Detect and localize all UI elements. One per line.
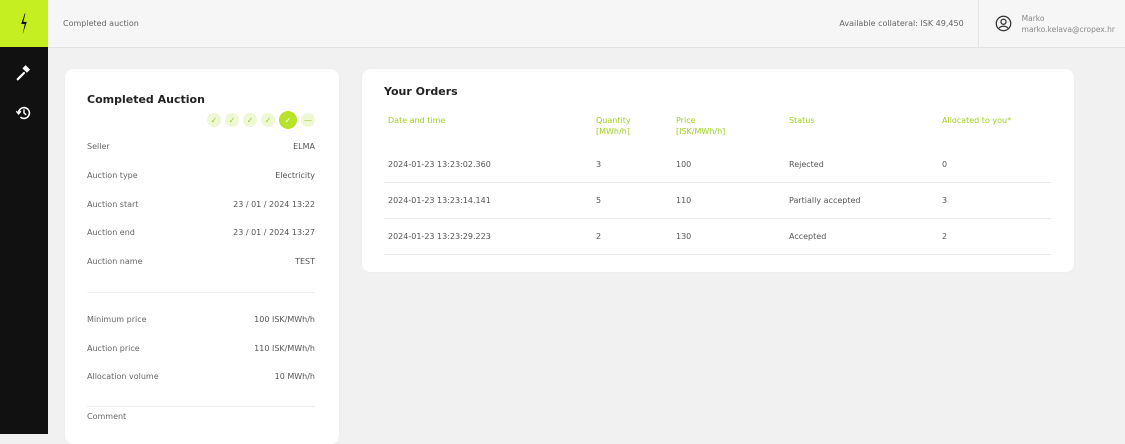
auction-name-label: Auction name <box>87 256 143 266</box>
order-price: 130 <box>672 218 785 255</box>
minimum-price-label: Minimum price <box>87 314 147 324</box>
order-date: 2024-01-23 13:23:14.141 <box>384 182 592 219</box>
order-status: Rejected <box>785 147 938 183</box>
logo[interactable] <box>0 0 48 47</box>
auction-price-value: 110 ISK/MWh/h <box>254 343 315 353</box>
table-row: 2024-01-23 13:23:29.223 2 130 Accepted 2 <box>384 218 1051 255</box>
order-date: 2024-01-23 13:23:02.360 <box>384 147 592 183</box>
breadcrumb: Completed auction <box>63 19 139 28</box>
step-current-icon: ✓ <box>279 111 297 129</box>
seller-value: ELMA <box>293 141 315 151</box>
step-pending-icon: — <box>301 113 315 127</box>
step-done-icon: ✓ <box>261 113 275 127</box>
table-row: 2024-01-23 13:23:02.360 3 100 Rejected 0 <box>384 147 1051 183</box>
order-status: Partially accepted <box>785 182 938 219</box>
auction-type-row: Auction type Electricity <box>87 168 315 182</box>
orders-table: Date and time Quantity [MWh/h] Price [ISK/… <box>384 115 1051 255</box>
auction-type-value: Electricity <box>275 170 315 180</box>
step-done-icon: ✓ <box>225 113 239 127</box>
orders-card: Your Orders Date and time Quantity [MWh/h… <box>362 69 1074 272</box>
order-status: Accepted <box>785 218 938 255</box>
auction-price-row: Auction price 110 ISK/MWh/h <box>87 341 315 355</box>
sidebar <box>0 0 48 434</box>
auction-type-label: Auction type <box>87 170 138 180</box>
history-icon <box>15 106 31 120</box>
auction-name-row: Auction name TEST <box>87 254 315 268</box>
auction-end-value: 23 / 01 / 2024 13:27 <box>233 227 315 237</box>
allocation-volume-value: 10 MWh/h <box>274 371 315 381</box>
auction-start-row: Auction start 23 / 01 / 2024 13:22 <box>87 197 315 211</box>
allocation-volume-row: Allocation volume 10 MWh/h <box>87 369 315 383</box>
sidebar-item-history[interactable] <box>0 93 48 133</box>
minimum-price-row: Minimum price 100 ISK/MWh/h <box>87 312 315 326</box>
auction-name-value: TEST <box>295 256 315 266</box>
table-row: 2024-01-23 13:23:14.141 5 110 Partially … <box>384 182 1051 219</box>
sidebar-item-auctions[interactable] <box>0 53 48 93</box>
order-quantity: 3 <box>592 147 672 183</box>
section-divider <box>87 406 315 407</box>
column-header-allocated[interactable]: Allocated to you* <box>938 115 1051 147</box>
order-price: 100 <box>672 147 785 183</box>
header: Completed auction Available collateral: … <box>48 0 1125 48</box>
auction-price-label: Auction price <box>87 343 140 353</box>
auction-end-label: Auction end <box>87 227 135 237</box>
gavel-icon <box>16 65 31 81</box>
column-header-quantity[interactable]: Quantity [MWh/h] <box>592 115 672 147</box>
user-name: Marko <box>1021 13 1045 23</box>
step-done-icon: ✓ <box>243 113 257 127</box>
section-divider <box>87 292 315 293</box>
order-quantity: 2 <box>592 218 672 255</box>
column-header-status[interactable]: Status <box>785 115 938 147</box>
auction-details-card: Completed Auction ✓ ✓ ✓ ✓ ✓ — Seller ELM… <box>65 69 339 444</box>
order-allocated: 3 <box>938 182 1051 219</box>
user-menu[interactable]: Marko marko.kelava@cropex.hr <box>979 13 1125 35</box>
lightning-bolt-icon <box>21 13 27 34</box>
seller-label: Seller <box>87 141 110 151</box>
order-allocated: 0 <box>938 147 1051 183</box>
auction-end-row: Auction end 23 / 01 / 2024 13:27 <box>87 225 315 239</box>
seller-row: Seller ELMA <box>87 139 315 153</box>
comment-label: Comment <box>87 412 127 421</box>
user-icon <box>995 15 1012 32</box>
column-header-price[interactable]: Price [ISK/MWh/h] <box>672 115 785 147</box>
card-title: Completed Auction <box>87 93 205 106</box>
order-price: 110 <box>672 182 785 219</box>
step-done-icon: ✓ <box>207 113 221 127</box>
available-collateral: Available collateral: ISK 49,450 <box>839 19 964 28</box>
progress-steps: ✓ ✓ ✓ ✓ ✓ — <box>207 111 315 129</box>
allocation-volume-label: Allocation volume <box>87 371 159 381</box>
order-quantity: 5 <box>592 182 672 219</box>
card-title: Your Orders <box>384 85 458 98</box>
column-header-date[interactable]: Date and time <box>384 115 592 147</box>
minimum-price-value: 100 ISK/MWh/h <box>254 314 315 324</box>
order-allocated: 2 <box>938 218 1051 255</box>
order-date: 2024-01-23 13:23:29.223 <box>384 218 592 255</box>
auction-start-value: 23 / 01 / 2024 13:22 <box>233 199 315 209</box>
auction-start-label: Auction start <box>87 199 139 209</box>
user-email: marko.kelava@cropex.hr <box>1021 24 1115 34</box>
table-header-row: Date and time Quantity [MWh/h] Price [ISK/… <box>384 115 1051 147</box>
